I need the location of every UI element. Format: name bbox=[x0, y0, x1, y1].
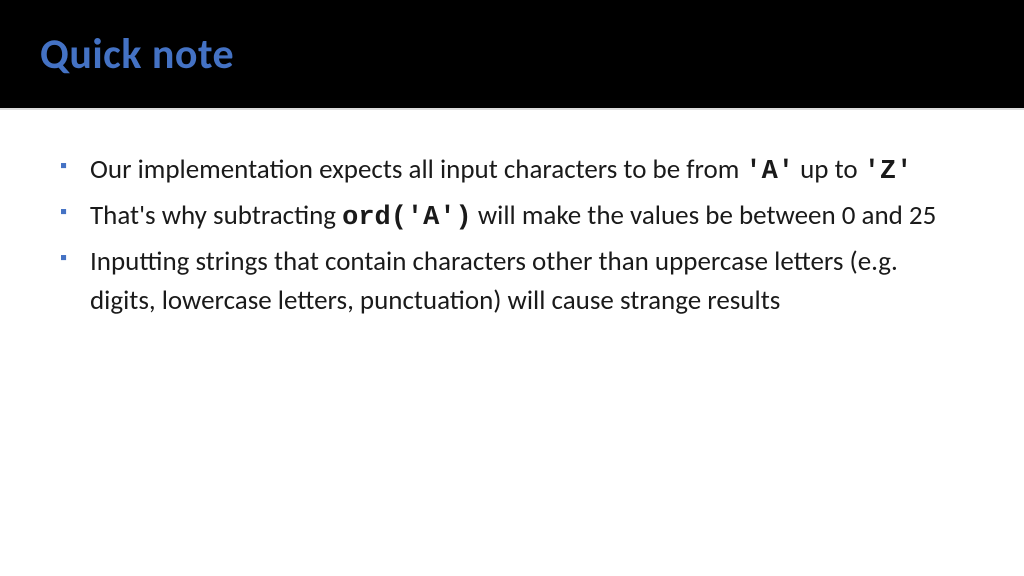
bullet-list: Our implementation expects all input cha… bbox=[60, 150, 964, 321]
body-text: That's why subtracting bbox=[90, 199, 342, 232]
code-text: 'A' bbox=[745, 157, 794, 187]
slide-content: Our implementation expects all input cha… bbox=[0, 110, 1024, 365]
code-text: 'Z' bbox=[864, 157, 913, 187]
body-text: Our implementation expects all input cha… bbox=[90, 153, 745, 186]
list-item: That's why subtracting ord('A') will mak… bbox=[60, 196, 964, 238]
body-text: will make the values be between 0 and 25 bbox=[472, 199, 937, 232]
slide-header: Quick note bbox=[0, 0, 1024, 108]
body-text: Inputting strings that contain character… bbox=[90, 245, 898, 317]
list-item: Inputting strings that contain character… bbox=[60, 242, 964, 320]
code-text: ord('A') bbox=[342, 203, 472, 233]
list-item: Our implementation expects all input cha… bbox=[60, 150, 964, 192]
body-text: up to bbox=[794, 153, 864, 186]
slide-title: Quick note bbox=[40, 29, 234, 80]
